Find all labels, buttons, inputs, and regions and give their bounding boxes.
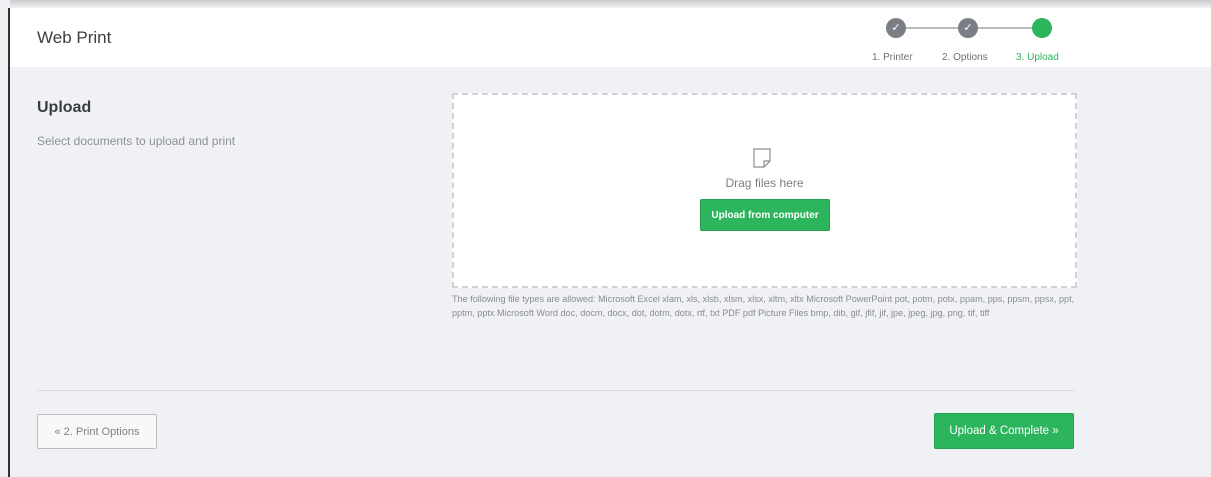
footer-divider <box>37 390 1074 391</box>
upload-from-computer-button[interactable]: Upload from computer <box>700 199 830 231</box>
step-connector-2 <box>976 27 1032 29</box>
step-2-check-icon: ✓ <box>958 18 978 38</box>
section-title: Upload <box>37 99 92 116</box>
drag-files-text: Drag files here <box>725 176 804 190</box>
file-icon <box>753 148 771 168</box>
back-print-options-button[interactable]: « 2. Print Options <box>37 414 157 449</box>
file-dropzone[interactable]: Drag files here Upload from computer <box>452 93 1077 288</box>
upload-complete-button[interactable]: Upload & Complete » <box>934 413 1074 449</box>
step-label-options: 2. Options <box>942 52 988 63</box>
step-3-current-dot-icon <box>1032 18 1052 38</box>
allowed-file-types-text: The following file types are allowed: Mi… <box>452 294 1075 318</box>
step-label-upload: 3. Upload <box>1016 52 1059 63</box>
web-print-window: Web Print ✓ ✓ 1. Printer 2. Options 3. U… <box>0 0 1211 477</box>
step-1-check-icon: ✓ <box>886 18 906 38</box>
window-left-border <box>8 8 10 477</box>
section-subtitle: Select documents to upload and print <box>37 134 236 148</box>
step-connector-1 <box>906 27 958 29</box>
header-bar: Web Print ✓ ✓ 1. Printer 2. Options 3. U… <box>10 8 1211 67</box>
progress-stepper: ✓ ✓ 1. Printer 2. Options 3. Upload <box>866 17 1096 63</box>
app-title: Web Print <box>37 28 112 47</box>
step-label-printer: 1. Printer <box>872 52 913 63</box>
window-top-shadow <box>10 0 1211 8</box>
